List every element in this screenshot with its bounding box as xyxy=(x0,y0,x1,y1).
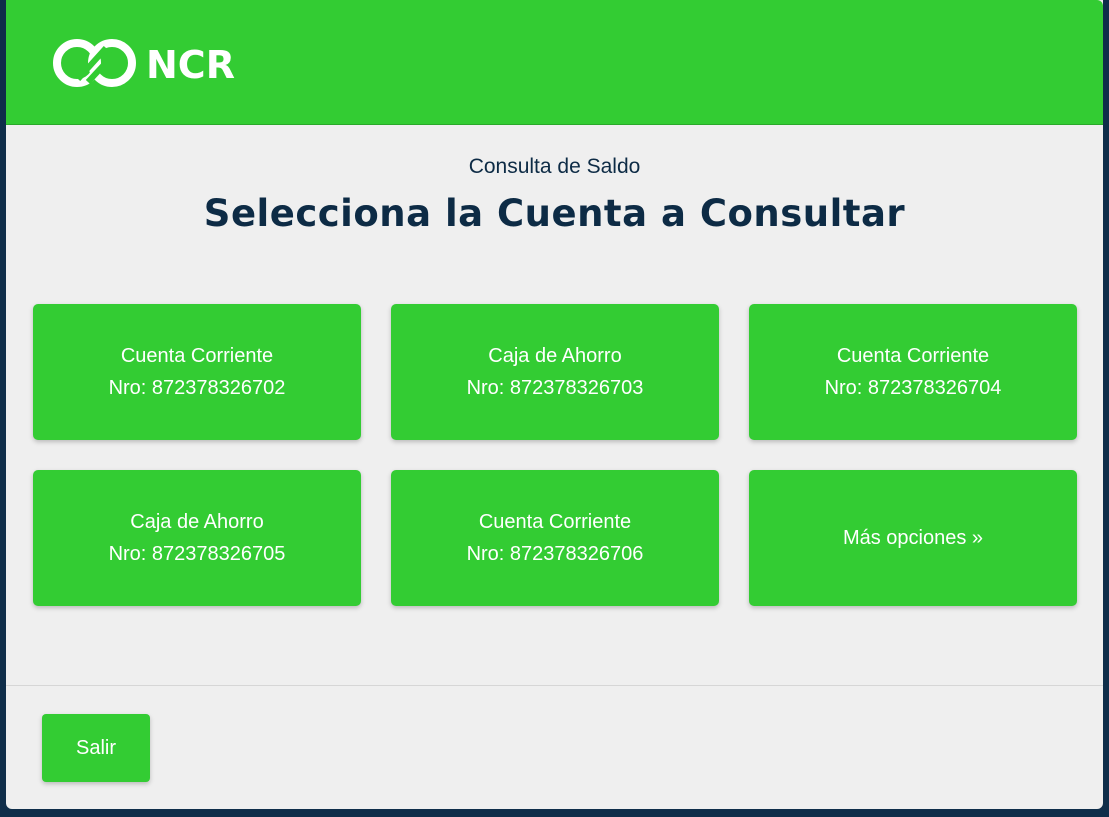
footer-divider xyxy=(6,685,1103,686)
account-type: Cuenta Corriente xyxy=(836,345,990,367)
header-bar: NCR xyxy=(6,0,1103,125)
account-number: Nro: 872378326702 xyxy=(108,377,286,399)
page-subtitle: Consulta de Saldo xyxy=(468,155,641,178)
account-button-3[interactable]: Cuenta Corriente Nro: 872378326704 xyxy=(749,304,1077,440)
account-type: Caja de Ahorro xyxy=(488,345,622,367)
account-type: Cuenta Corriente xyxy=(120,345,274,367)
page-title: Selecciona la Cuenta a Consultar xyxy=(203,192,906,235)
account-number: Nro: 872378326705 xyxy=(108,543,286,565)
account-button-4[interactable]: Caja de Ahorro Nro: 872378326705 xyxy=(33,470,361,606)
account-number: Nro: 872378326706 xyxy=(466,543,644,565)
exit-button[interactable]: Salir xyxy=(42,714,150,782)
account-number: Nro: 872378326704 xyxy=(824,377,1002,399)
atm-window: NCR Consulta de Saldo Selecciona la Cuen… xyxy=(6,0,1103,809)
exit-label: Salir xyxy=(75,736,116,759)
account-type: Caja de Ahorro xyxy=(130,511,264,533)
account-button-1[interactable]: Cuenta Corriente Nro: 872378326702 xyxy=(33,304,361,440)
brand-name: NCR xyxy=(146,43,235,87)
account-type: Cuenta Corriente xyxy=(478,511,632,533)
account-button-5[interactable]: Cuenta Corriente Nro: 872378326706 xyxy=(391,470,719,606)
more-options-label: Más opciones » xyxy=(842,527,984,549)
account-button-2[interactable]: Caja de Ahorro Nro: 872378326703 xyxy=(391,304,719,440)
more-options-button[interactable]: Más opciones » xyxy=(749,470,1077,606)
ncr-logo-icon: NCR xyxy=(53,39,235,87)
account-number: Nro: 872378326703 xyxy=(466,377,644,399)
